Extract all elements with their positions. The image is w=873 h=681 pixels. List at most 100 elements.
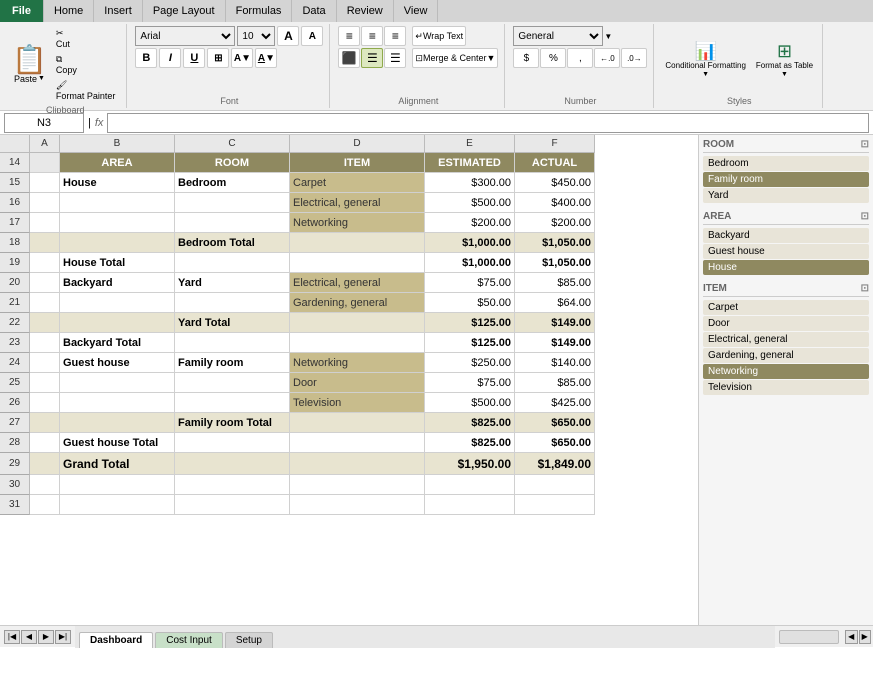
- align-top-right-btn[interactable]: ≡: [384, 26, 406, 46]
- cell-f22[interactable]: $149.00: [515, 313, 595, 333]
- align-left-btn[interactable]: ⬛: [338, 48, 360, 68]
- tab-first-btn[interactable]: |◀: [4, 630, 20, 644]
- cell-e14[interactable]: ESTIMATED: [425, 153, 515, 173]
- cell-d24[interactable]: Networking: [290, 353, 425, 373]
- tab-next-btn[interactable]: ▶: [38, 630, 54, 644]
- cell-a16[interactable]: [30, 193, 60, 213]
- cell-f28[interactable]: $650.00: [515, 433, 595, 453]
- cut-button[interactable]: ✂ Cut: [51, 26, 121, 51]
- tab-data[interactable]: Data: [292, 0, 336, 22]
- cell-a25[interactable]: [30, 373, 60, 393]
- cell-d16[interactable]: Electrical, general: [290, 193, 425, 213]
- cell-a20[interactable]: [30, 273, 60, 293]
- cell-b23[interactable]: Backyard Total: [60, 333, 175, 353]
- tab-file[interactable]: File: [0, 0, 44, 22]
- scroll-left-btn[interactable]: ◀: [845, 630, 858, 644]
- align-top-center-btn[interactable]: ≡: [361, 26, 383, 46]
- cell-c17[interactable]: [175, 213, 290, 233]
- cell-f19[interactable]: $1,050.00: [515, 253, 595, 273]
- cell-a14[interactable]: [30, 153, 60, 173]
- cell-d31[interactable]: [290, 495, 425, 515]
- area-filter-btn[interactable]: ⊡: [861, 211, 869, 222]
- cell-c30[interactable]: [175, 475, 290, 495]
- cell-a21[interactable]: [30, 293, 60, 313]
- cell-b22[interactable]: [60, 313, 175, 333]
- item-filter-btn[interactable]: ⊡: [861, 283, 869, 294]
- cell-f31[interactable]: [515, 495, 595, 515]
- cell-c31[interactable]: [175, 495, 290, 515]
- sidebar-item-door[interactable]: Door: [703, 316, 869, 331]
- decrease-decimal-btn[interactable]: ←.0: [594, 48, 620, 68]
- border-btn[interactable]: ⊞: [207, 48, 229, 68]
- cell-f17[interactable]: $200.00: [515, 213, 595, 233]
- cell-d30[interactable]: [290, 475, 425, 495]
- tab-cost-input[interactable]: Cost Input: [155, 632, 223, 648]
- cell-d21[interactable]: Gardening, general: [290, 293, 425, 313]
- cell-d18[interactable]: [290, 233, 425, 253]
- tab-page-layout[interactable]: Page Layout: [143, 0, 226, 22]
- tab-prev-btn[interactable]: ◀: [21, 630, 37, 644]
- cell-b31[interactable]: [60, 495, 175, 515]
- tab-view[interactable]: View: [394, 0, 439, 22]
- cell-b27[interactable]: [60, 413, 175, 433]
- cell-e24[interactable]: $250.00: [425, 353, 515, 373]
- cell-c26[interactable]: [175, 393, 290, 413]
- scroll-right-btn[interactable]: ▶: [859, 630, 872, 644]
- cell-d28[interactable]: [290, 433, 425, 453]
- cell-f27[interactable]: $650.00: [515, 413, 595, 433]
- cell-c16[interactable]: [175, 193, 290, 213]
- cell-f21[interactable]: $64.00: [515, 293, 595, 313]
- cell-c14[interactable]: ROOM: [175, 153, 290, 173]
- cell-c20[interactable]: Yard: [175, 273, 290, 293]
- cell-a31[interactable]: [30, 495, 60, 515]
- tab-home[interactable]: Home: [44, 0, 94, 22]
- copy-button[interactable]: ⧉ Copy: [51, 52, 121, 77]
- cell-a22[interactable]: [30, 313, 60, 333]
- tab-formulas[interactable]: Formulas: [226, 0, 293, 22]
- cell-d25[interactable]: Door: [290, 373, 425, 393]
- format-as-table-button[interactable]: ⊞ Format as Table ▼: [753, 39, 816, 81]
- cell-b14[interactable]: AREA: [60, 153, 175, 173]
- cell-d27[interactable]: [290, 413, 425, 433]
- cell-b15[interactable]: House: [60, 173, 175, 193]
- comma-btn[interactable]: ,: [567, 48, 593, 68]
- cell-b25[interactable]: [60, 373, 175, 393]
- cell-c29[interactable]: [175, 453, 290, 475]
- tab-last-btn[interactable]: ▶|: [55, 630, 71, 644]
- cell-b19[interactable]: House Total: [60, 253, 175, 273]
- underline-btn[interactable]: U: [183, 48, 205, 68]
- cell-e28[interactable]: $825.00: [425, 433, 515, 453]
- cell-f14[interactable]: ACTUAL: [515, 153, 595, 173]
- increase-font-btn[interactable]: A: [277, 26, 299, 46]
- horizontal-scrollbar[interactable]: [779, 630, 839, 644]
- cell-c24[interactable]: Family room: [175, 353, 290, 373]
- dollar-btn[interactable]: $: [513, 48, 539, 68]
- cell-a17[interactable]: [30, 213, 60, 233]
- cell-a27[interactable]: [30, 413, 60, 433]
- cell-d17[interactable]: Networking: [290, 213, 425, 233]
- cell-f29[interactable]: $1,849.00: [515, 453, 595, 475]
- bold-btn[interactable]: B: [135, 48, 157, 68]
- cell-e27[interactable]: $825.00: [425, 413, 515, 433]
- sidebar-area-guest-house[interactable]: Guest house: [703, 244, 869, 259]
- cell-a23[interactable]: [30, 333, 60, 353]
- cell-d20[interactable]: Electrical, general: [290, 273, 425, 293]
- paste-button[interactable]: 📋 Paste ▼: [10, 44, 49, 86]
- cell-c23[interactable]: [175, 333, 290, 353]
- cell-f20[interactable]: $85.00: [515, 273, 595, 293]
- cell-f15[interactable]: $450.00: [515, 173, 595, 193]
- cell-e26[interactable]: $500.00: [425, 393, 515, 413]
- number-format-arrow[interactable]: ▼: [604, 32, 612, 41]
- cell-e16[interactable]: $500.00: [425, 193, 515, 213]
- cell-a30[interactable]: [30, 475, 60, 495]
- cell-a29[interactable]: [30, 453, 60, 475]
- sidebar-area-house[interactable]: House: [703, 260, 869, 275]
- cell-e31[interactable]: [425, 495, 515, 515]
- cell-c22[interactable]: Yard Total: [175, 313, 290, 333]
- number-format-select[interactable]: General: [513, 26, 603, 46]
- cell-e21[interactable]: $50.00: [425, 293, 515, 313]
- align-right-btn[interactable]: ☰: [384, 48, 406, 68]
- cell-name-box[interactable]: [4, 113, 84, 133]
- room-filter-btn[interactable]: ⊡: [861, 139, 869, 150]
- cell-a24[interactable]: [30, 353, 60, 373]
